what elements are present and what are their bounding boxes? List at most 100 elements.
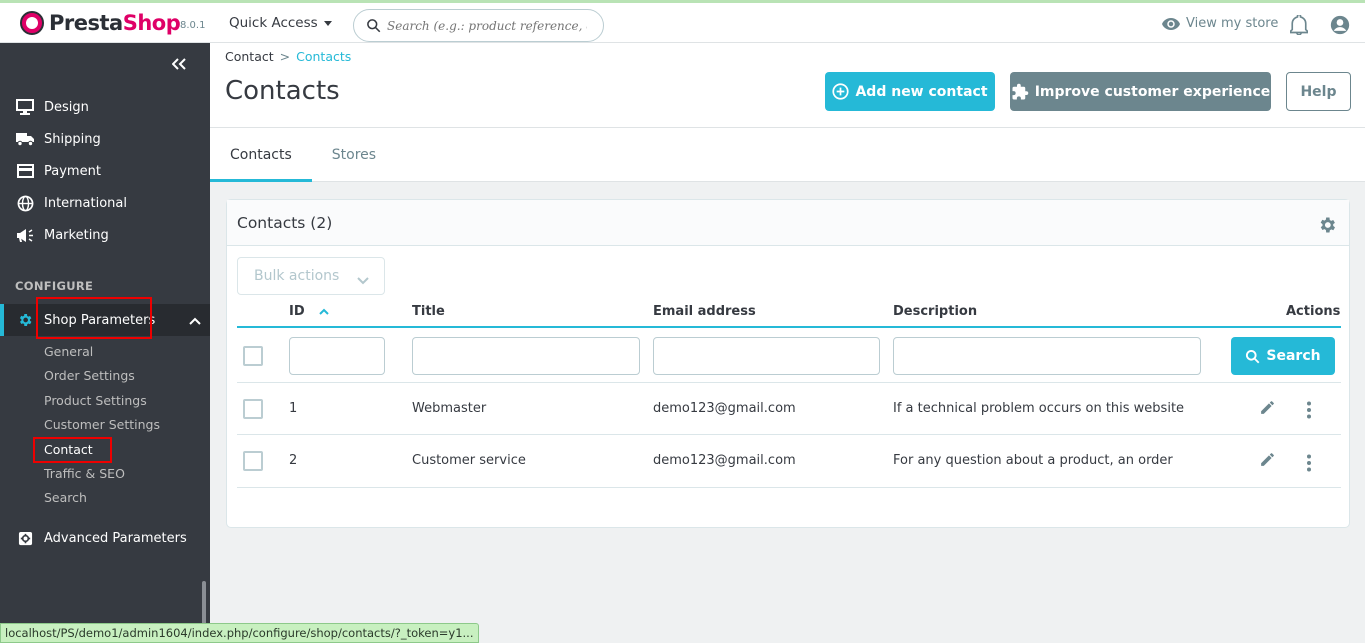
puffin-logo-icon	[20, 11, 44, 35]
sidebar-subitem-order-settings[interactable]: Order Settings	[44, 368, 135, 383]
sidebar-item-advanced-parameters[interactable]: Advanced Parameters	[0, 522, 210, 554]
sidebar-item-international[interactable]: International	[0, 187, 210, 219]
tab-contacts[interactable]: Contacts	[210, 128, 312, 182]
truck-icon	[15, 131, 35, 147]
row-title: Webmaster	[412, 401, 487, 416]
header-search[interactable]	[353, 9, 604, 42]
configure-section-title: CONFIGURE	[15, 279, 94, 293]
row-description: For any question about a product, an ord…	[893, 453, 1173, 468]
notifications-button[interactable]	[1289, 13, 1309, 39]
more-actions-button[interactable]	[1306, 454, 1312, 476]
gear-icon	[1320, 217, 1335, 233]
collapse-sidebar-button[interactable]	[171, 55, 186, 71]
column-header-description[interactable]: Description	[893, 304, 977, 319]
user-menu-button[interactable]	[1330, 15, 1350, 39]
sidebar-subitem-general[interactable]: General	[44, 344, 93, 359]
browser-status-url: localhost/PS/demo1/admin1604/index.php/c…	[0, 623, 479, 643]
page-title: Contacts	[225, 76, 340, 106]
active-indicator	[0, 304, 4, 336]
contacts-grid-card: Contacts (2) Bulk actions ID Title Email…	[226, 199, 1350, 528]
chevron-down-icon	[357, 273, 369, 289]
breadcrumb-separator: >	[279, 49, 291, 64]
search-input[interactable]	[387, 18, 587, 33]
add-new-contact-button[interactable]: Add new contact	[825, 72, 995, 111]
megaphone-icon	[15, 227, 35, 243]
grid-title: Contacts (2)	[237, 213, 333, 232]
sidebar-item-marketing[interactable]: Marketing	[0, 219, 210, 251]
column-header-email[interactable]: Email address	[653, 304, 756, 319]
tab-stores[interactable]: Stores	[312, 128, 396, 182]
sidebar-scrollbar[interactable]	[202, 581, 206, 626]
sidebar-item-design[interactable]: Design	[0, 91, 210, 123]
row-divider	[237, 487, 1341, 488]
credit-card-icon	[15, 163, 35, 179]
row-description: If a technical problem occurs on this we…	[893, 401, 1185, 416]
improve-customer-experience-button[interactable]: Improve customer experience	[1010, 72, 1271, 111]
bulk-actions-button[interactable]: Bulk actions	[237, 257, 385, 295]
row-checkbox[interactable]	[243, 451, 263, 471]
caret-down-icon	[323, 20, 332, 26]
row-id: 1	[289, 401, 298, 416]
gear-icon	[15, 312, 35, 328]
search-icon	[1246, 349, 1260, 363]
row-id: 2	[289, 453, 298, 468]
help-button[interactable]: Help	[1286, 72, 1351, 111]
breadcrumb: Contact > Contacts	[225, 49, 351, 64]
column-header-actions: Actions	[1286, 304, 1341, 319]
sidebar-item-shipping[interactable]: Shipping	[0, 123, 210, 155]
double-chevron-left-icon	[171, 58, 186, 70]
edit-button[interactable]	[1259, 451, 1276, 472]
row-title: Customer service	[412, 453, 526, 468]
pencil-icon	[1261, 401, 1274, 414]
grid-settings-button[interactable]	[1317, 215, 1337, 239]
filter-title-input[interactable]	[412, 337, 640, 375]
breadcrumb-root[interactable]: Contact	[225, 49, 274, 64]
puzzle-icon	[1012, 83, 1028, 99]
view-store-link[interactable]: View my store	[1162, 16, 1278, 31]
prestashop-logo[interactable]: PrestaShop	[20, 11, 181, 35]
globe-icon	[15, 195, 35, 211]
row-email: demo123@gmail.com	[653, 401, 796, 416]
highlight-contact	[33, 437, 112, 463]
grid-header: Contacts (2)	[227, 200, 1349, 246]
quick-access-dropdown[interactable]: Quick Access	[229, 15, 332, 31]
search-button[interactable]: Search	[1231, 337, 1335, 375]
row-email: demo123@gmail.com	[653, 453, 796, 468]
sort-ascending-icon	[319, 308, 329, 315]
top-header: PrestaShop 8.0.1 Quick Access View my st…	[0, 0, 1365, 43]
plus-circle-icon	[832, 83, 850, 100]
sidebar-subitem-search[interactable]: Search	[44, 490, 87, 505]
sidebar-subitem-traffic-seo[interactable]: Traffic & SEO	[44, 466, 125, 481]
pencil-icon	[1261, 453, 1274, 466]
version-label: 8.0.1	[180, 20, 206, 31]
highlight-shop-parameters	[36, 297, 152, 339]
eye-icon	[1162, 17, 1180, 30]
row-divider	[237, 382, 1341, 383]
sidebar-item-payment[interactable]: Payment	[0, 155, 210, 187]
filter-id-input[interactable]	[289, 337, 385, 375]
sidebar-subitem-customer-settings[interactable]: Customer Settings	[44, 417, 160, 432]
breadcrumb-current[interactable]: Contacts	[296, 49, 351, 64]
vertical-dots-icon	[1307, 454, 1311, 472]
vertical-dots-icon	[1307, 401, 1311, 419]
column-header-title[interactable]: Title	[412, 304, 445, 319]
settings-box-icon	[15, 530, 35, 546]
page-tabs: Contacts Stores	[210, 127, 1365, 182]
sidebar-subitem-product-settings[interactable]: Product Settings	[44, 393, 147, 408]
row-checkbox[interactable]	[243, 399, 263, 419]
chevron-up-icon	[189, 314, 201, 329]
bell-icon	[1289, 13, 1309, 36]
page-header: Contact > Contacts Contacts Add new contac…	[210, 43, 1365, 182]
filter-description-input[interactable]	[893, 337, 1201, 375]
row-divider	[237, 434, 1341, 435]
more-actions-button[interactable]	[1306, 401, 1312, 423]
header-divider	[237, 326, 1341, 328]
select-all-checkbox[interactable]	[243, 346, 263, 366]
logo-text: PrestaShop	[49, 11, 181, 35]
filter-email-input[interactable]	[653, 337, 880, 375]
monitor-icon	[15, 99, 35, 115]
edit-button[interactable]	[1259, 399, 1276, 420]
user-avatar-icon	[1330, 15, 1350, 35]
column-header-id[interactable]: ID	[289, 304, 329, 319]
sidebar: Design Shipping Payment International Ma…	[0, 43, 210, 643]
